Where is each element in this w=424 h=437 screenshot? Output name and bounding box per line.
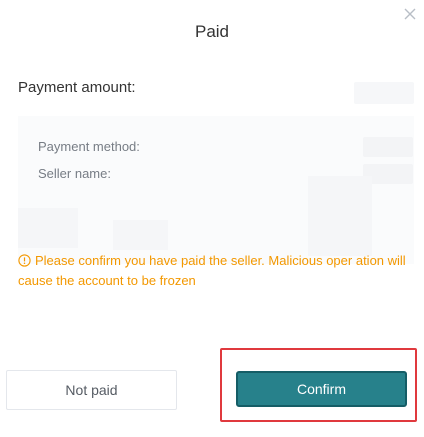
close-icon[interactable]: [400, 4, 420, 24]
confirm-button[interactable]: Confirm: [236, 371, 407, 407]
warning-text: Please confirm you have paid the seller.…: [18, 253, 406, 288]
payment-amount-value: [354, 82, 414, 104]
seller-name-label: Seller name:: [38, 166, 111, 181]
payment-details-panel: Payment method: Seller name:: [18, 116, 414, 264]
blurred-detail: [18, 208, 78, 248]
payment-method-value: [363, 137, 413, 157]
blurred-detail: [113, 220, 168, 250]
paid-confirmation-dialog: Paid Payment amount: Payment method: Sel…: [0, 0, 424, 437]
warning-message: Please confirm you have paid the seller.…: [18, 251, 406, 291]
payment-method-label: Payment method:: [38, 139, 140, 154]
payment-amount-label: Payment amount:: [18, 79, 136, 96]
blurred-detail: [308, 176, 372, 256]
dialog-title: Paid: [194, 22, 230, 41]
info-circle-icon: [18, 253, 31, 267]
not-paid-button[interactable]: Not paid: [6, 370, 177, 410]
